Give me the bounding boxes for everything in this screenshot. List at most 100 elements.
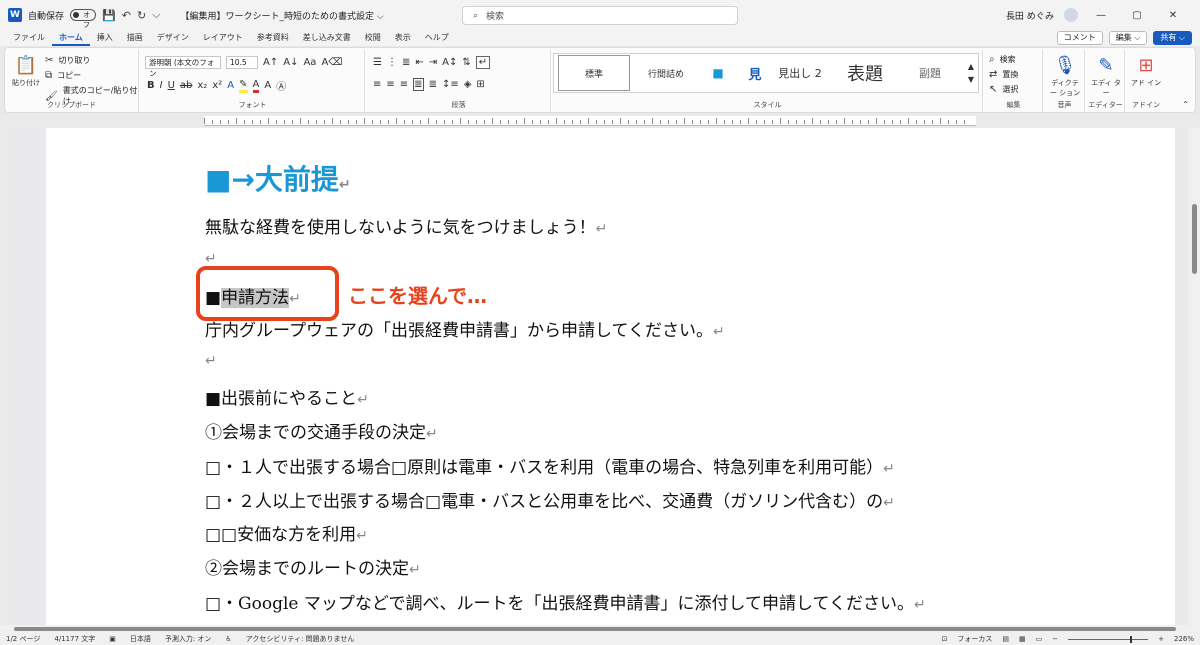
sort-icon[interactable]: ⇅ (462, 57, 470, 68)
multilevel-list-icon[interactable]: ≣ (402, 57, 410, 68)
customize-qat-icon[interactable]: ⌵ (152, 8, 160, 22)
font-size-select[interactable]: 10.5 (226, 56, 258, 69)
horizontal-scroll-thumb[interactable] (14, 627, 1176, 631)
align-right-icon[interactable]: ≡ (400, 79, 408, 90)
tab-help[interactable]: ヘルプ (418, 30, 456, 46)
web-layout-icon[interactable]: ▭ (1036, 635, 1043, 643)
horizontal-scrollbar[interactable] (0, 625, 1200, 633)
doc-line-6[interactable]: ■出張前にやること↵ (205, 384, 369, 409)
maximize-icon[interactable]: ▢ (1124, 10, 1150, 21)
minimize-icon[interactable]: — (1088, 10, 1114, 21)
undo-icon[interactable]: ↶ (122, 9, 131, 22)
vertical-ruler[interactable] (0, 128, 14, 625)
tab-insert[interactable]: 挿入 (90, 30, 120, 46)
accessibility-status[interactable]: アクセシビリティ: 問題ありません (246, 634, 355, 644)
italic-icon[interactable]: I (160, 80, 163, 91)
doc-line-2-empty[interactable]: ↵ (205, 248, 217, 268)
doc-line-10[interactable]: □□安価な方を利用↵ (205, 520, 368, 545)
highlight-icon[interactable]: ✎ (239, 79, 248, 93)
word-count[interactable]: 4/1177 文字 (54, 634, 95, 644)
zoom-level[interactable]: 226% (1174, 635, 1194, 643)
page-count[interactable]: 1/2 ページ (6, 634, 40, 644)
grow-font-icon[interactable]: A↑ (263, 57, 278, 68)
subscript-icon[interactable]: x₂ (197, 80, 207, 91)
horizontal-ruler[interactable] (0, 114, 1200, 128)
enclosed-char-icon[interactable]: Ⓐ (276, 78, 286, 93)
style-title[interactable]: 表題 (834, 54, 896, 92)
save-icon[interactable]: 💾 (102, 9, 116, 22)
tab-mailings[interactable]: 差し込み文書 (296, 30, 358, 46)
close-icon[interactable]: ✕ (1160, 10, 1186, 21)
style-normal[interactable]: 標準 (558, 55, 630, 91)
show-marks-icon[interactable]: ↵ (475, 56, 491, 69)
doc-line-8[interactable]: □・１人で出張する場合□原則は電車・バスを利用（電車の場合、特急列車を利用可能）… (205, 453, 895, 478)
addins-button[interactable]: ⊞ アド イン (1129, 54, 1163, 88)
editing-mode-button[interactable]: 編集 ⌵ (1108, 31, 1148, 45)
tab-review[interactable]: 校閲 (358, 30, 388, 46)
comment-button[interactable]: コメント (1056, 31, 1103, 45)
tab-file[interactable]: ファイル (6, 30, 52, 46)
paste-button[interactable]: 📋 貼り付け (9, 54, 43, 88)
zoom-slider[interactable] (1068, 635, 1149, 643)
proofing-icon[interactable]: ▣ (109, 635, 116, 643)
redo-icon[interactable]: ↻ (137, 9, 146, 22)
style-no-spacing[interactable]: 行間詰め (636, 54, 696, 92)
change-case-icon[interactable]: Aa (303, 57, 316, 68)
zoom-in-icon[interactable]: + (1158, 635, 1164, 643)
replace-button[interactable]: 置換 (1002, 69, 1018, 80)
styles-scroll[interactable]: ▲ ▼ (964, 54, 978, 92)
bold-icon[interactable]: B (147, 80, 155, 91)
dictate-button[interactable]: 🎙 ディクテー ション (1048, 54, 1082, 98)
style-heading-1[interactable]: 見 (740, 54, 770, 92)
tab-layout[interactable]: レイアウト (196, 30, 250, 46)
char-shading-icon[interactable]: A (264, 80, 271, 91)
doc-line-9[interactable]: □・２人以上で出張する場合□電車・バスと公用車を比べ、交通費（ガソリン代含む）の… (205, 487, 895, 512)
borders-icon[interactable]: ⊞ (476, 79, 484, 90)
language[interactable]: 日本語 (130, 634, 151, 644)
search-box[interactable]: ⌕ 検索 (462, 6, 738, 25)
tab-home[interactable]: ホーム (52, 30, 90, 46)
tab-draw[interactable]: 描画 (120, 30, 150, 46)
print-layout-icon[interactable]: ▦ (1019, 635, 1026, 643)
read-mode-icon[interactable]: ▤ (1002, 635, 1009, 643)
document-title[interactable]: 【編集用】ワークシート_時短のための書式設定 ⌵ (181, 9, 384, 22)
tab-view[interactable]: 表示 (388, 30, 418, 46)
doc-line-5-empty[interactable]: ↵ (205, 350, 217, 370)
shrink-font-icon[interactable]: A↓ (283, 57, 298, 68)
copy-button[interactable]: コピー (57, 70, 81, 81)
asian-layout-icon[interactable]: A↕ (442, 57, 457, 68)
collapse-ribbon-icon[interactable]: ⌃ (1182, 100, 1189, 109)
style-heading-custom[interactable]: ■ (696, 54, 740, 92)
vertical-scrollbar[interactable] (1188, 128, 1200, 625)
text-predictions[interactable]: 予測入力: オン (165, 634, 212, 644)
share-button[interactable]: 共有 ⌵ (1153, 31, 1192, 45)
strikethrough-icon[interactable]: ab (180, 80, 192, 91)
doc-line-12[interactable]: □・Google マップなどで調べ、ルートを「出張経費申請書」に添付して申請して… (205, 589, 926, 614)
vertical-scroll-thumb[interactable] (1192, 204, 1197, 274)
line-spacing-icon[interactable]: ↕≡ (442, 79, 459, 90)
zoom-out-icon[interactable]: − (1052, 635, 1058, 643)
doc-line-11[interactable]: ②会場までのルートの決定↵ (205, 554, 421, 579)
find-button[interactable]: 検索 (1000, 54, 1016, 65)
text-effects-icon[interactable]: A (227, 80, 234, 91)
focus-button[interactable]: フォーカス (957, 634, 992, 644)
chevron-down-icon[interactable]: ▼ (968, 75, 974, 84)
align-left-icon[interactable]: ≡ (373, 79, 381, 90)
underline-icon[interactable]: U (168, 80, 175, 91)
align-center-icon[interactable]: ≡ (386, 79, 394, 90)
document-page[interactable] (46, 128, 1175, 625)
justify-icon[interactable]: ≣ (413, 78, 424, 91)
doc-line-1[interactable]: 無駄な経費を使用しないように気をつけましょう！↵ (205, 213, 607, 238)
clear-format-icon[interactable]: A⌫ (321, 57, 342, 68)
increase-indent-icon[interactable]: ⇥ (429, 57, 437, 68)
editor-button[interactable]: ✎ エディ ター (1089, 54, 1123, 98)
avatar[interactable] (1064, 8, 1078, 22)
style-heading-2[interactable]: 見出し 2 (770, 54, 830, 92)
shading-icon[interactable]: ◈ (464, 79, 472, 90)
superscript-icon[interactable]: x² (212, 80, 222, 91)
tab-references[interactable]: 参考資料 (250, 30, 296, 46)
decrease-indent-icon[interactable]: ⇤ (415, 57, 423, 68)
tab-design[interactable]: デザイン (150, 30, 196, 46)
cut-button[interactable]: 切り取り (58, 55, 90, 66)
document-heading[interactable]: ■→大前提↵ (205, 158, 351, 198)
